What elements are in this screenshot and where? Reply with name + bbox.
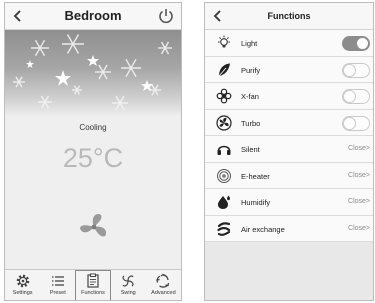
bottom-nav: Settings Preset Functions Swing Advanced xyxy=(5,269,181,300)
heater-icon xyxy=(217,168,231,183)
light-toggle[interactable] xyxy=(342,36,370,51)
function-row-humidify[interactable]: Humidify Close> xyxy=(205,189,373,216)
swing-icon xyxy=(122,275,134,287)
flower-fan-icon xyxy=(216,88,232,104)
functions-screen: Functions Light Purify X-fan Turbo Silen… xyxy=(204,2,374,301)
headphones-icon xyxy=(217,145,231,155)
nav-label: Settings xyxy=(12,290,33,296)
function-label: Silent xyxy=(241,145,260,154)
function-row-turbo: Turbo xyxy=(205,110,373,136)
function-label: Humidify xyxy=(241,198,271,207)
temperature-display[interactable]: 25°C xyxy=(5,143,181,174)
nav-swing[interactable]: Swing xyxy=(111,270,146,300)
nav-settings[interactable]: Settings xyxy=(5,270,40,300)
toggle-knob xyxy=(343,116,356,130)
function-value: Close> xyxy=(348,224,370,232)
function-label: Light xyxy=(241,39,258,48)
home-screen: Bedroom Cooling 25°C Settings Preset Fun… xyxy=(4,2,182,301)
mode-label: Cooling xyxy=(79,123,107,132)
air-exchange-icon xyxy=(217,221,231,236)
leaf-icon xyxy=(218,63,230,76)
turbo-toggle[interactable] xyxy=(342,115,370,131)
function-list: Light Purify X-fan Turbo Silent Close> E… xyxy=(205,30,373,242)
function-label: E-heater xyxy=(241,171,270,181)
nav-label: Preset xyxy=(49,290,66,296)
turbo-icon xyxy=(216,114,232,131)
power-button[interactable] xyxy=(155,5,177,27)
nav-label: Functions xyxy=(81,290,105,296)
purify-toggle[interactable] xyxy=(342,62,370,78)
function-row-light: Light xyxy=(205,30,373,57)
function-label: X-fan xyxy=(241,92,259,101)
top-bar: Bedroom xyxy=(5,3,181,30)
function-row-x-fan: X-fan xyxy=(205,83,373,110)
toggle-knob xyxy=(343,63,356,77)
snowflake-banner xyxy=(5,30,181,115)
clipboard-icon xyxy=(87,273,99,288)
list-icon xyxy=(51,276,64,286)
nav-label: Advanced xyxy=(151,290,176,296)
function-row-purify: Purify xyxy=(205,57,373,83)
toggle-knob xyxy=(356,37,369,50)
function-row-e-heater[interactable]: E-heater Close> xyxy=(205,163,373,189)
function-value: Close> xyxy=(348,145,370,152)
gear-icon xyxy=(16,274,29,288)
toggle-knob xyxy=(343,90,356,103)
top-bar: Functions xyxy=(205,3,373,30)
bulb-icon xyxy=(218,35,230,48)
nav-preset[interactable]: Preset xyxy=(40,270,75,300)
snowflake-icon xyxy=(13,34,172,111)
humidify-icon xyxy=(218,195,230,209)
recycle-icon xyxy=(156,273,170,288)
function-label: Purify xyxy=(241,65,261,75)
function-row-air-exchange[interactable]: Air exchange Close> xyxy=(205,216,373,242)
function-label: Air exchange xyxy=(241,224,285,234)
x-fan-toggle[interactable] xyxy=(342,89,370,104)
page-title: Functions xyxy=(267,11,311,21)
function-value: Close> xyxy=(348,171,370,179)
fan-speed-icon[interactable] xyxy=(77,210,111,244)
nav-label: Swing xyxy=(120,290,136,296)
function-label: Turbo xyxy=(241,118,261,128)
nav-advanced[interactable]: Advanced xyxy=(146,270,181,300)
power-icon xyxy=(159,9,173,24)
function-row-silent[interactable]: Silent Close> xyxy=(205,136,373,163)
nav-functions[interactable]: Functions xyxy=(75,270,111,300)
function-value: Close> xyxy=(348,198,370,205)
